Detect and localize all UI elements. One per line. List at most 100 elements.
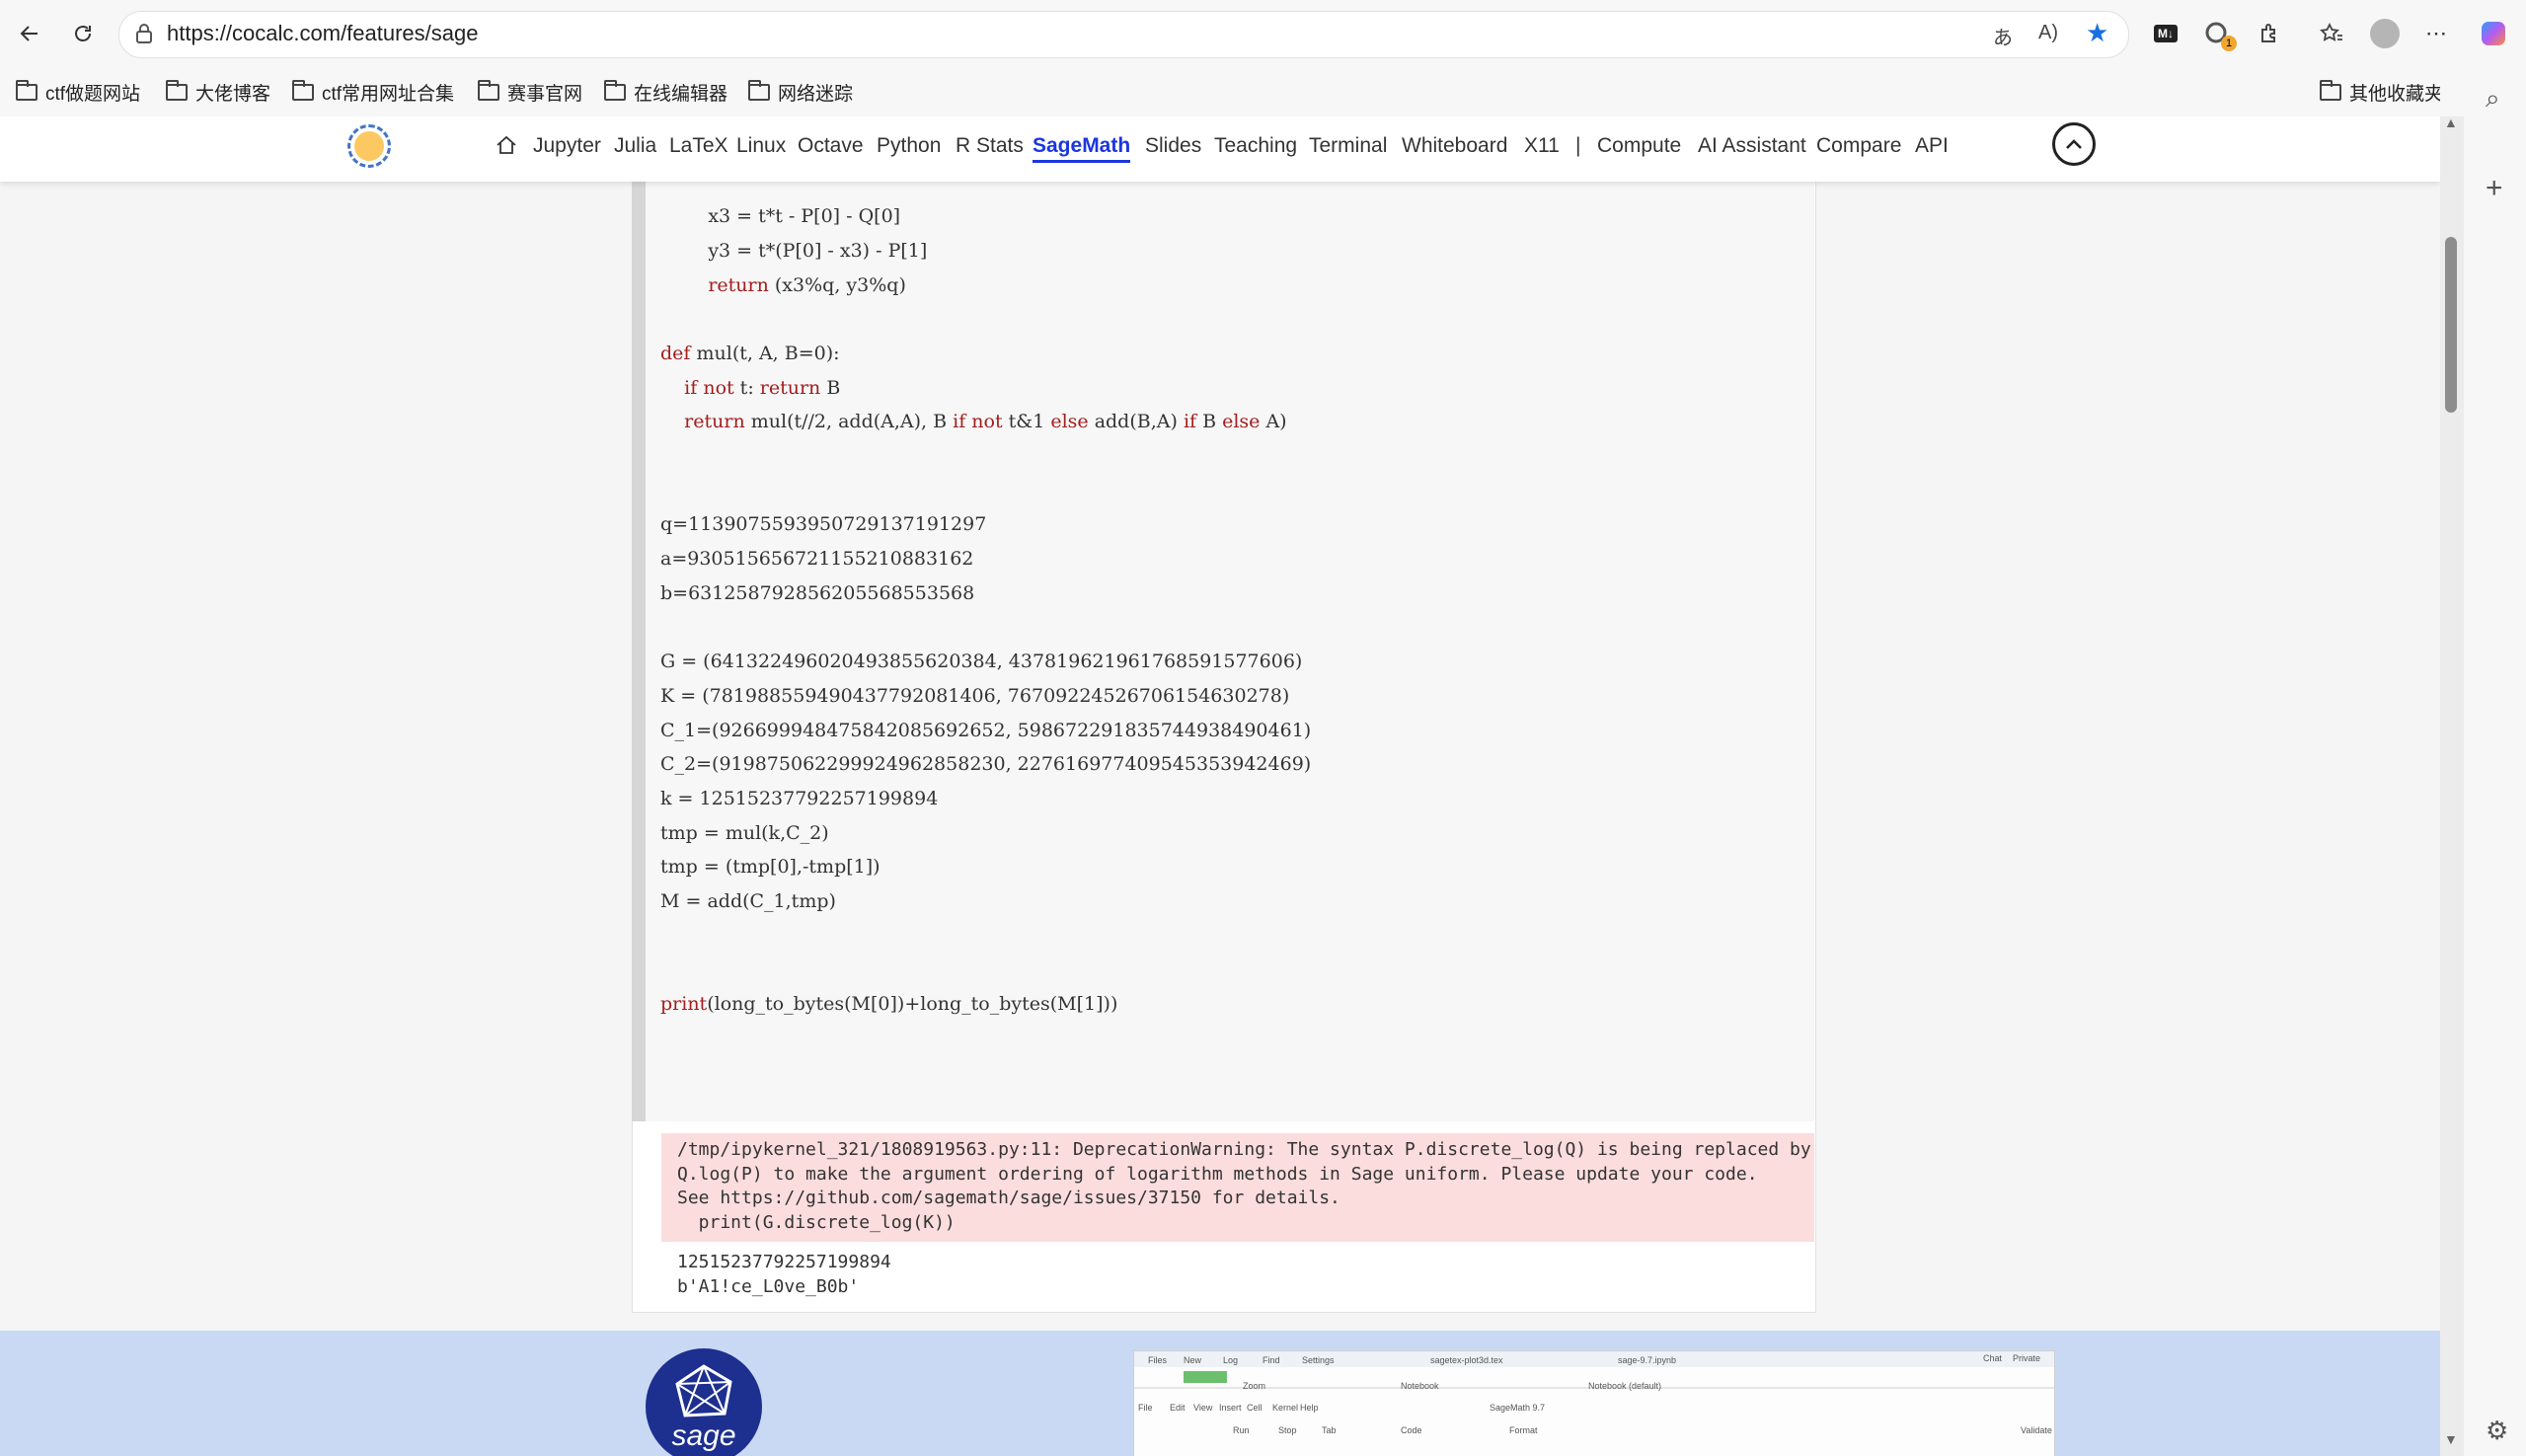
bookmark-folder[interactable]: ctf常用网址合集 [292,79,454,105]
stderr-line: Q.log(P) to make the argument ordering o… [677,1163,1758,1185]
thumb-label: Notebook [1401,1381,1439,1391]
extension-badge-icon[interactable]: 1 [2195,12,2239,55]
scroll-up-icon[interactable]: ▲ [2444,115,2458,130]
nav-link-compare[interactable]: Compare [1816,134,1901,158]
code-line: tmp = (tmp[0],-tmp[1]) [660,856,880,879]
nav-link-x11[interactable]: X11 [1524,134,1560,158]
nav-link-sagemath[interactable]: SageMath [1033,134,1131,163]
nav-link-compute[interactable]: Compute [1597,134,1681,158]
add-icon[interactable]: + [2486,172,2503,205]
thumb-label: View [1193,1403,1213,1413]
nav-link-latex[interactable]: LaTeX [669,134,728,158]
thumb-label: Settings [1302,1355,1335,1365]
nav-link-slides[interactable]: Slides [1145,134,1201,158]
code-line: K = (781988559490437792081406, 767092245… [660,684,1290,707]
more-menu-icon[interactable]: ⋯ [2414,12,2458,55]
copilot-icon[interactable] [2472,12,2515,55]
cocalc-logo[interactable] [347,124,391,168]
profile-avatar[interactable] [2363,12,2407,55]
thumb-label: Validate [2021,1425,2052,1435]
bookmark-folder[interactable]: 在线编辑器 [604,79,727,105]
bookmarks-bar: ctf做题网站 大佬博客 ctf常用网址合集 赛事官网 在线编辑器 网络迷踪 其… [0,67,2526,116]
nav-link-api[interactable]: API [1915,134,1949,158]
folder-icon [16,79,38,101]
thumb-label: Edit [1170,1403,1186,1413]
code-line: y3 = t*(P[0] - x3) - P[1] [660,239,928,262]
extensions-puzzle-icon[interactable] [2249,12,2292,55]
thumb-label: Insert [1219,1403,1242,1413]
code-line: tmp = mul(k,C_2) [660,821,829,844]
code-line: q=1139075593950729137191297 [660,513,987,536]
nav-link-octave[interactable]: Octave [798,134,864,158]
page-content: else: t = ((3*P[0]*P[0]+a) * inverse(2*P… [0,116,2440,1456]
stderr-line: See https://github.com/sagemath/sage/iss… [677,1188,1340,1208]
nav-link-julia[interactable]: Julia [614,134,656,158]
nav-link-ai-assistant[interactable]: AI Assistant [1698,134,1806,158]
folder-icon [748,79,770,101]
output-line: b'A1!ce_L0ve_B0b' [677,1275,860,1297]
thumb-label: Zoom [1243,1381,1266,1391]
nav-link-whiteboard[interactable]: Whiteboard [1402,134,1507,158]
scrollbar-thumb[interactable] [2445,237,2457,413]
back-icon[interactable] [8,12,51,55]
home-icon[interactable] [496,134,517,161]
nav-link-linux[interactable]: Linux [736,134,786,158]
search-icon[interactable]: ⌕ [2486,83,2500,115]
thumb-label: Log [1223,1355,1239,1365]
bookmark-folder[interactable]: ctf做题网站 [16,79,140,105]
code-line: G = (641322496020493855620384, 437819621… [660,651,1303,673]
folder-icon [604,79,626,101]
favorites-icon[interactable] [2310,12,2353,55]
cell-gutter [632,116,646,1121]
markdown-icon[interactable]: M↓ [2144,12,2187,55]
code-line: C_1=(926699948475842085692652, 598672291… [660,719,1312,741]
thumb-label: Notebook (default) [1588,1381,1662,1391]
thumb-label: New [1184,1355,1202,1365]
nav-separator: | [1575,134,1581,157]
thumb-kernel-indicator [1184,1371,1227,1383]
nav-link-r-stats[interactable]: R Stats [956,134,1024,158]
code-line: x3 = t*t - P[0] - Q[0] [660,205,901,228]
refresh-icon[interactable] [61,12,105,55]
bookmark-folder[interactable]: 赛事官网 [478,79,582,105]
thumb-label: Chat [1983,1353,2003,1363]
code-line: M = add(C_1,tmp) [660,890,836,913]
scroll-to-top-button[interactable] [2052,122,2096,166]
nav-link-terminal[interactable]: Terminal [1309,134,1387,158]
address-bar[interactable]: https://cocalc.com/features/sage あ A) ★ [118,11,2129,58]
lock-icon[interactable] [135,24,153,48]
scroll-down-icon[interactable]: ▼ [2444,1431,2458,1447]
code-line: if not t: return B [684,376,841,399]
settings-gear-icon[interactable]: ⚙ [2486,1416,2508,1446]
folder-icon [292,79,314,101]
code-input-area[interactable] [646,116,1814,1121]
folder-icon [2320,79,2341,101]
browser-toolbar: https://cocalc.com/features/sage あ A) ★ … [0,0,2526,67]
cocalc-site-nav: Jupyter Julia LaTeX Linux Octave Python R Stat… [0,116,2440,182]
thumb-label: sagetex-plot3d.tex [1430,1355,1503,1365]
bookmark-folder[interactable]: 大佬博客 [166,79,270,105]
code-line: return (x3%q, y3%q) [708,273,906,296]
nav-link-jupyter[interactable]: Jupyter [533,134,601,158]
read-aloud-icon[interactable]: A) [2038,22,2058,44]
url-text[interactable]: https://cocalc.com/features/sage [167,21,479,46]
code-line: def mul(t, A, B=0): [660,342,840,364]
thumb-label: Tab [1322,1425,1337,1435]
notebook-screenshot-thumbnail: Files New Log Find Settings sagetex-plot3d.te… [1133,1350,2055,1456]
favorite-star-icon[interactable]: ★ [2086,18,2108,48]
bookmark-folder[interactable]: 网络迷踪 [748,79,853,105]
thumb-label: Cell [1247,1403,1263,1413]
thumb-label: Help [1300,1403,1319,1413]
nav-link-teaching[interactable]: Teaching [1214,134,1297,158]
thumb-label: Format [1509,1425,1538,1435]
other-bookmarks-folder[interactable]: 其他收藏夹 [2320,79,2443,105]
stderr-line: print(G.discrete_log(K)) [677,1211,956,1233]
thumb-label: SageMath 9.7 [1490,1403,1546,1413]
thumb-label: File [1138,1403,1153,1413]
thumb-label: Files [1148,1355,1168,1365]
sage-logo: sage [646,1348,762,1456]
thumb-label: Private [2013,1353,2041,1363]
translate-icon[interactable]: あ [1993,22,2013,50]
nav-link-python[interactable]: Python [877,134,941,158]
thumb-label: Find [1263,1355,1280,1365]
